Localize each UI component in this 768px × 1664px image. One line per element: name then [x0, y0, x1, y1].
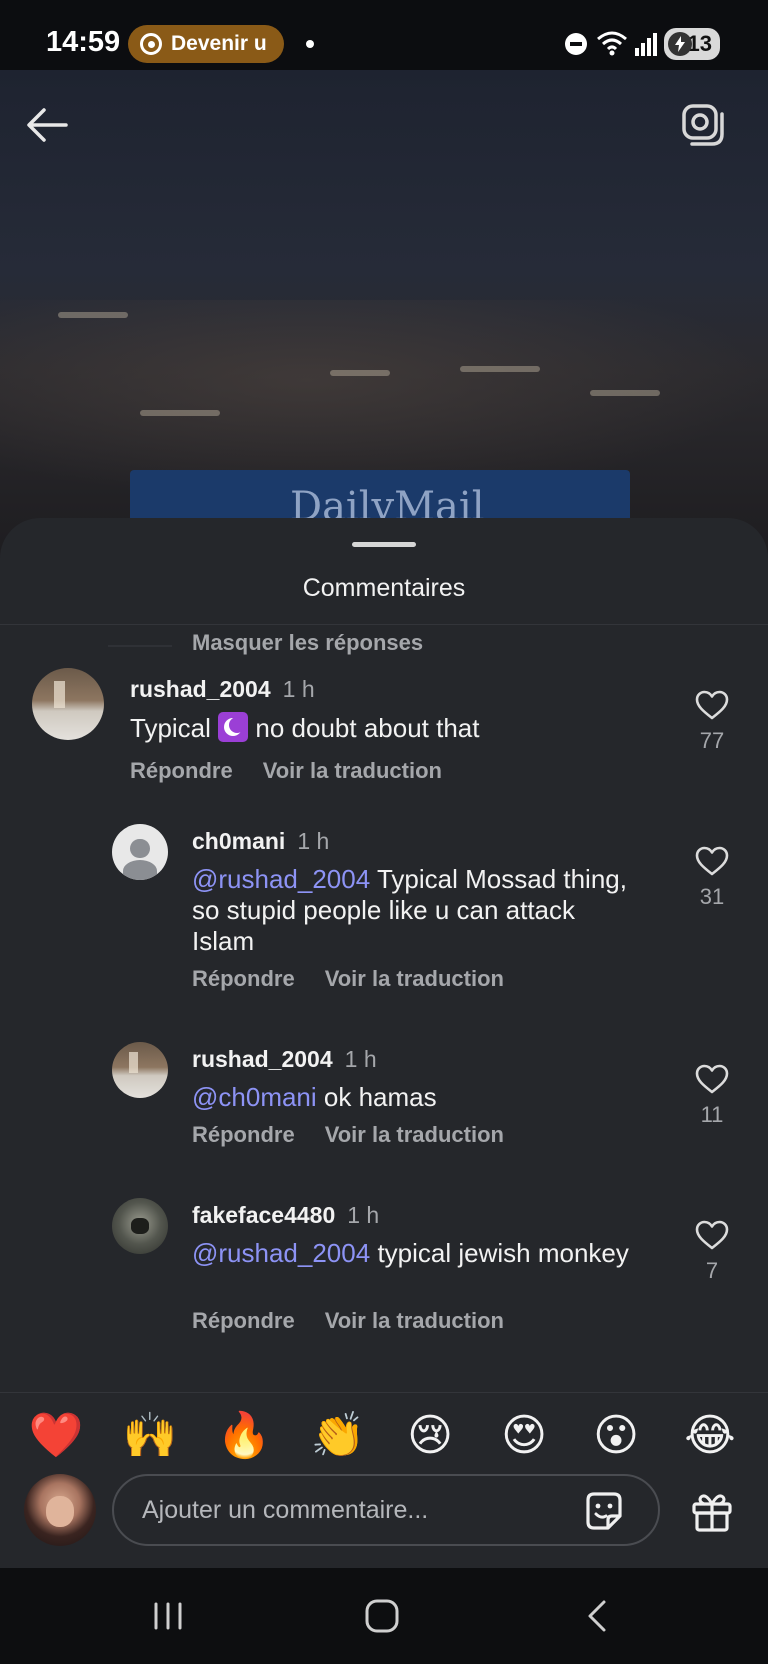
wifi-icon	[597, 31, 627, 56]
comment-username[interactable]: rushad_2004 1 h	[192, 1046, 377, 1073]
recent-apps-icon[interactable]	[146, 1596, 190, 1636]
comment-input[interactable]	[112, 1474, 660, 1546]
like-button[interactable]: 11	[690, 1064, 734, 1128]
divider	[108, 645, 172, 647]
reaction-surprised[interactable]: 😮	[588, 1408, 644, 1464]
translate-button[interactable]: Voir la traduction	[325, 1308, 504, 1333]
like-count: 77	[699, 728, 725, 753]
heart-icon	[695, 1064, 729, 1094]
comment-text: @rushad_2004 Typical Mossad thing, so st…	[192, 864, 627, 956]
hide-replies-button[interactable]: Masquer les réponses	[192, 630, 423, 656]
sheet-title: Commentaires	[302, 574, 466, 602]
avatar[interactable]	[112, 824, 168, 880]
sticker-icon[interactable]	[582, 1490, 626, 1534]
comment-actions: Répondre Voir la traduction	[192, 1122, 504, 1148]
comment-text: @rushad_2004 typical jewish monkey	[192, 1238, 629, 1268]
translate-button[interactable]: Voir la traduction	[325, 1122, 504, 1147]
mention-link[interactable]: @ch0mani	[192, 1082, 317, 1112]
heart-icon	[695, 1220, 729, 1250]
reaction-heart-eyes[interactable]: 😍	[496, 1408, 552, 1464]
heart-icon	[695, 690, 729, 720]
do-not-disturb-icon	[565, 33, 587, 55]
video-background[interactable]: DailyMail	[0, 70, 768, 570]
translate-button[interactable]: Voir la traduction	[263, 758, 442, 783]
comment-timestamp: 1 h	[297, 828, 330, 854]
quick-reactions: ❤️ 🙌 🔥 👏 😢 😍 😮 😂	[0, 1408, 768, 1468]
back-arrow-icon[interactable]	[22, 100, 72, 150]
comment-timestamp: 1 h	[347, 1202, 380, 1228]
like-button[interactable]: 7	[690, 1220, 734, 1284]
avatar-head	[130, 838, 150, 858]
status-pill-label: Devenir u	[171, 32, 267, 55]
mention-link[interactable]: @rushad_2004	[192, 864, 370, 894]
mention-link[interactable]: @rushad_2004	[192, 1238, 370, 1268]
battery-indicator: 13	[664, 28, 720, 60]
signal-icon	[635, 33, 657, 56]
reaction-cry[interactable]: 😢	[402, 1408, 458, 1464]
status-pill[interactable]: Devenir u	[128, 25, 284, 63]
video-light	[330, 370, 390, 376]
reaction-heart[interactable]: ❤️	[28, 1408, 84, 1464]
divider	[0, 624, 768, 625]
video-light	[140, 410, 220, 416]
crescent-moon-icon	[218, 712, 249, 742]
comment-text: Typical no doubt about that	[130, 712, 480, 743]
system-back-icon[interactable]	[576, 1596, 620, 1636]
heart-icon	[695, 846, 729, 876]
reply-button[interactable]: Répondre	[192, 1122, 295, 1147]
gift-icon[interactable]	[690, 1490, 734, 1534]
reply-button[interactable]: Répondre	[130, 758, 233, 783]
video-light	[58, 312, 128, 318]
comment-username[interactable]: rushad_2004 1 h	[130, 676, 315, 703]
drag-handle[interactable]	[352, 542, 416, 547]
reaction-raised-hands[interactable]: 🙌	[122, 1408, 178, 1464]
home-icon[interactable]	[360, 1596, 404, 1636]
reaction-fire[interactable]: 🔥	[216, 1408, 272, 1464]
comment-username[interactable]: fakeface4480 1 h	[192, 1202, 379, 1229]
comment-text: @ch0mani ok hamas	[192, 1082, 437, 1112]
video-light	[590, 390, 660, 396]
comment-timestamp: 1 h	[282, 676, 315, 702]
avatar[interactable]	[112, 1198, 168, 1254]
reaction-clap[interactable]: 👏	[310, 1408, 366, 1464]
notification-dot-icon	[306, 40, 314, 48]
translate-button[interactable]: Voir la traduction	[325, 966, 504, 991]
charging-icon	[668, 32, 692, 56]
avatar[interactable]	[112, 1042, 168, 1098]
comment-actions: Répondre Voir la traduction	[192, 1308, 504, 1334]
like-count: 31	[699, 884, 725, 909]
current-user-avatar	[24, 1474, 96, 1546]
like-count: 11	[700, 1102, 724, 1127]
video-light	[460, 366, 540, 372]
comment-timestamp: 1 h	[344, 1046, 377, 1072]
like-button[interactable]: 31	[690, 846, 734, 910]
comment-actions: Répondre Voir la traduction	[130, 758, 442, 784]
camera-icon[interactable]	[678, 100, 728, 150]
system-nav-bar	[0, 1568, 768, 1664]
status-time: 14:59	[46, 26, 121, 58]
like-count: 7	[705, 1258, 719, 1283]
record-icon	[140, 33, 162, 55]
like-button[interactable]: 77	[690, 690, 734, 754]
reply-button[interactable]: Répondre	[192, 966, 295, 991]
reaction-laugh[interactable]: 😂	[682, 1408, 738, 1464]
comment-actions: Répondre Voir la traduction	[192, 966, 504, 992]
comment-username[interactable]: ch0mani 1 h	[192, 828, 329, 855]
avatar[interactable]	[32, 668, 104, 740]
divider	[0, 1392, 768, 1393]
reply-button[interactable]: Répondre	[192, 1308, 295, 1333]
avatar-shoulders	[122, 859, 158, 880]
